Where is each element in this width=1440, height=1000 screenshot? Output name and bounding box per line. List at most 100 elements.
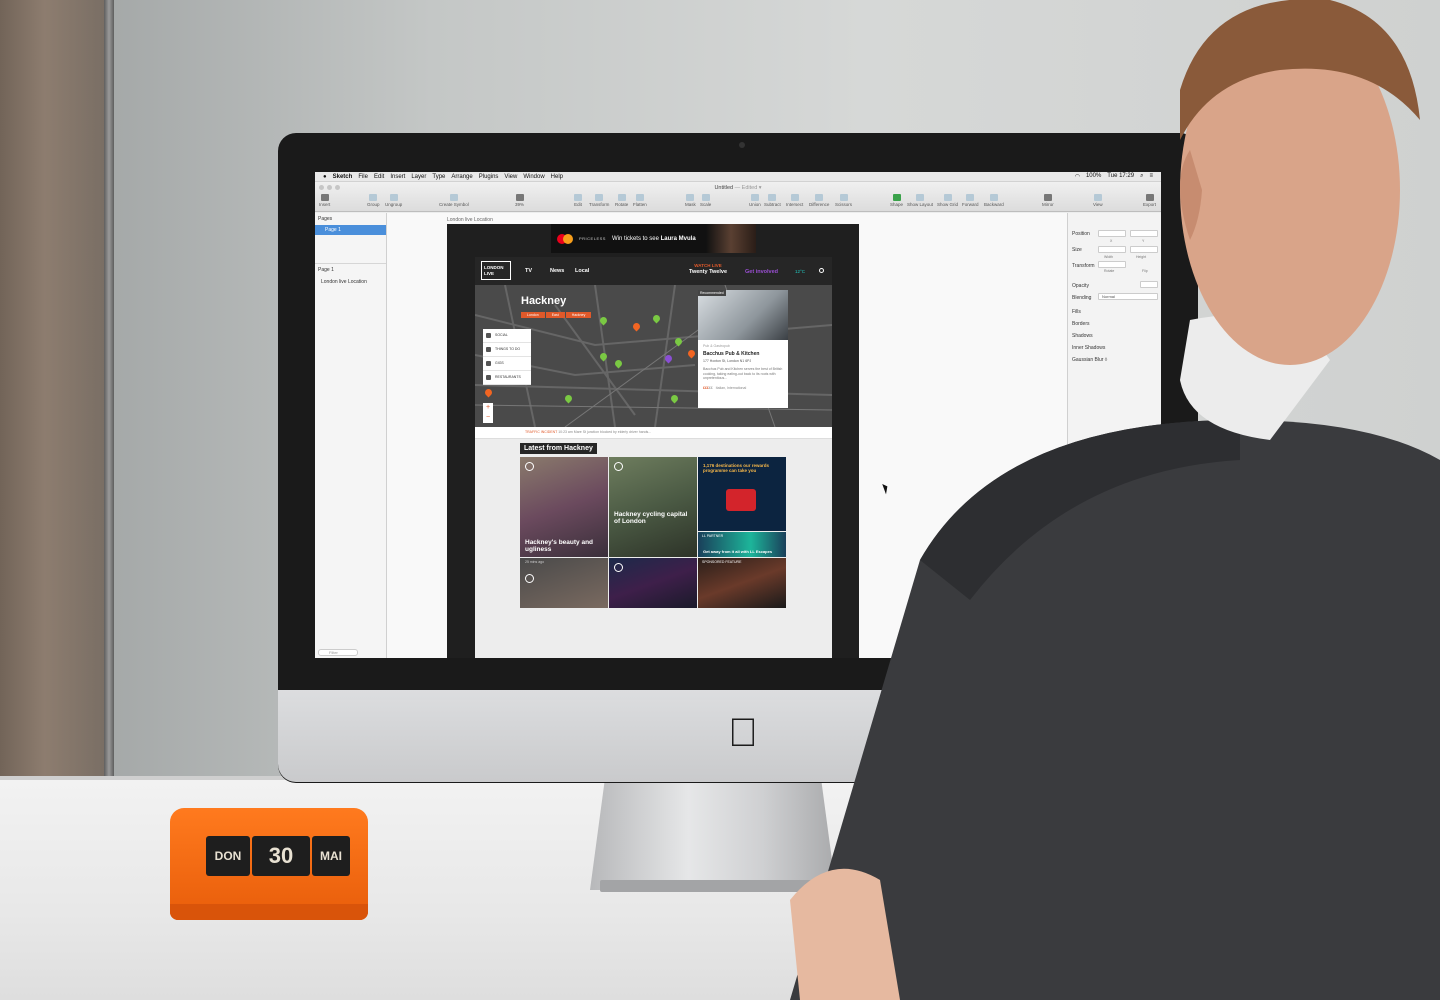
mask-label: Mask [685,202,696,207]
filter-things-to-do[interactable]: THINGS TO DO [483,343,531,357]
play-icon[interactable] [525,462,534,471]
tile-caption: Hackney cycling capital of London [614,511,688,525]
video-tile[interactable] [609,558,697,608]
now-showing: Twenty Twelve [689,269,728,275]
rotate-button[interactable]: Rotate [615,194,628,207]
map-title: Hackney [521,295,567,307]
insert-button[interactable]: Insert [319,194,330,207]
menu-plugins[interactable]: Plugins [479,174,499,180]
filter-restaurants[interactable]: RESTAURANTS [483,371,531,385]
apple-menu-icon[interactable]: ● [323,174,327,180]
scale-button[interactable]: Scale [700,194,711,207]
flip-calendar: DON 30 MAI [170,808,368,920]
flatten-button[interactable]: Flatten [633,194,647,207]
suitcase-icon [726,489,756,511]
ungroup-label: Ungroup [385,202,403,207]
ad-photo [706,224,756,253]
rotate-icon [617,194,626,201]
menu-view[interactable]: View [504,174,517,180]
nav-tv[interactable]: TV [525,268,532,274]
flatten-icon [635,194,644,201]
camera-icon [739,142,745,148]
glass-frame [104,0,114,800]
play-icon[interactable] [614,462,623,471]
symbol-icon [449,194,458,201]
insert-icon [320,194,329,201]
union-label: Union [749,202,761,207]
layers-panel: Pages Page 1 Page 1 London live Location… [315,213,387,658]
union-icon [750,194,759,201]
page-item[interactable]: Page 1 [315,225,386,235]
mastercard-logo [557,233,573,244]
map-zoom: + − [483,403,493,423]
scale-label: Scale [700,202,712,207]
nav-news[interactable]: News [550,268,564,274]
calendar-base [170,904,368,920]
video-tile[interactable]: Hackney's beauty and ugliness [520,457,608,557]
traffic-label: TRAFFIC INCIDENT [525,430,558,434]
menu-arrange[interactable]: Arrange [451,174,472,180]
edit-button[interactable]: Edit [574,194,582,207]
transform-button[interactable]: Transform [589,194,609,207]
tag-london[interactable]: London [521,312,545,318]
pages-header: Pages [318,216,333,222]
layers-header: Page 1 [318,267,334,273]
menu-edit[interactable]: Edit [374,174,384,180]
menu-layer[interactable]: Layer [411,174,426,180]
traffic-text: Mare St junction blocked by elderly driv… [573,430,652,434]
zoom-icon [515,194,524,201]
transform-label: Transform [589,202,610,207]
nav-local[interactable]: Local [575,268,589,274]
zoom-control[interactable]: 39% [515,194,524,207]
menu-insert[interactable]: Insert [390,174,405,180]
zoom-out-button[interactable]: − [483,413,493,423]
tile-caption: Hackney's beauty and ugliness [525,539,594,553]
menu-help[interactable]: Help [551,174,563,180]
panel-divider [315,263,386,264]
ad-banner[interactable]: PRICELESS Win tickets to see Laura Mvula [551,224,756,253]
ungroup-icon [389,194,398,201]
london-live-logo[interactable]: LONDON LIVE [481,261,511,280]
document-name[interactable]: Untitled [714,185,733,191]
group-icon [369,194,378,201]
mask-icon [686,194,695,201]
tag-east[interactable]: East [545,312,565,318]
feature-tag: SPONSORED FEATURE [702,560,742,564]
artboard-label[interactable]: London live Location [447,217,493,223]
mastercard-yellow-circle [563,233,573,244]
watch-live[interactable]: WATCH LIVE Twenty Twelve [689,263,727,275]
union-button[interactable]: Union [749,194,761,207]
ungroup-button[interactable]: Ungroup [385,194,402,207]
video-tile[interactable]: 25 mins ago [520,558,608,608]
video-tile[interactable]: Hackney cycling capital of London [609,457,697,557]
group-button[interactable]: Group [367,194,380,207]
tile-meta: 25 mins ago [525,560,545,564]
recommended-tag: Recommended [698,290,726,296]
filter-input[interactable]: Filter [318,649,358,656]
transform-icon [595,194,604,201]
menu-window[interactable]: Window [523,174,544,180]
zoom-value: 39% [515,202,525,207]
play-icon[interactable] [525,574,534,583]
menu-app[interactable]: Sketch [333,174,353,180]
zoom-in-button[interactable]: + [483,403,493,413]
menu-file[interactable]: File [358,174,368,180]
tag-hackney[interactable]: Hackney [565,312,592,318]
create-symbol-button[interactable]: Create Symbol [439,194,469,207]
menu-type[interactable]: Type [432,174,445,180]
filter-gigs[interactable]: GIGS [483,357,531,371]
location-tags: London East Hackney [521,312,592,318]
price-rating-rest: ££ [708,385,713,390]
mask-button[interactable]: Mask [685,194,696,207]
play-icon[interactable] [614,563,623,572]
calendar-day: DON [206,836,250,876]
filter-social[interactable]: SOCIAL [483,329,531,343]
layer-item[interactable]: London live Location [321,279,367,285]
insert-label: Insert [319,202,331,207]
create-symbol-label: Create Symbol [439,202,469,207]
glass-partition [0,0,112,800]
ad-brand: PRICELESS [579,236,606,241]
apple-logo-icon:  [726,712,760,754]
ad-text-pre: Win tickets to see [611,235,659,242]
edit-icon [574,194,582,201]
